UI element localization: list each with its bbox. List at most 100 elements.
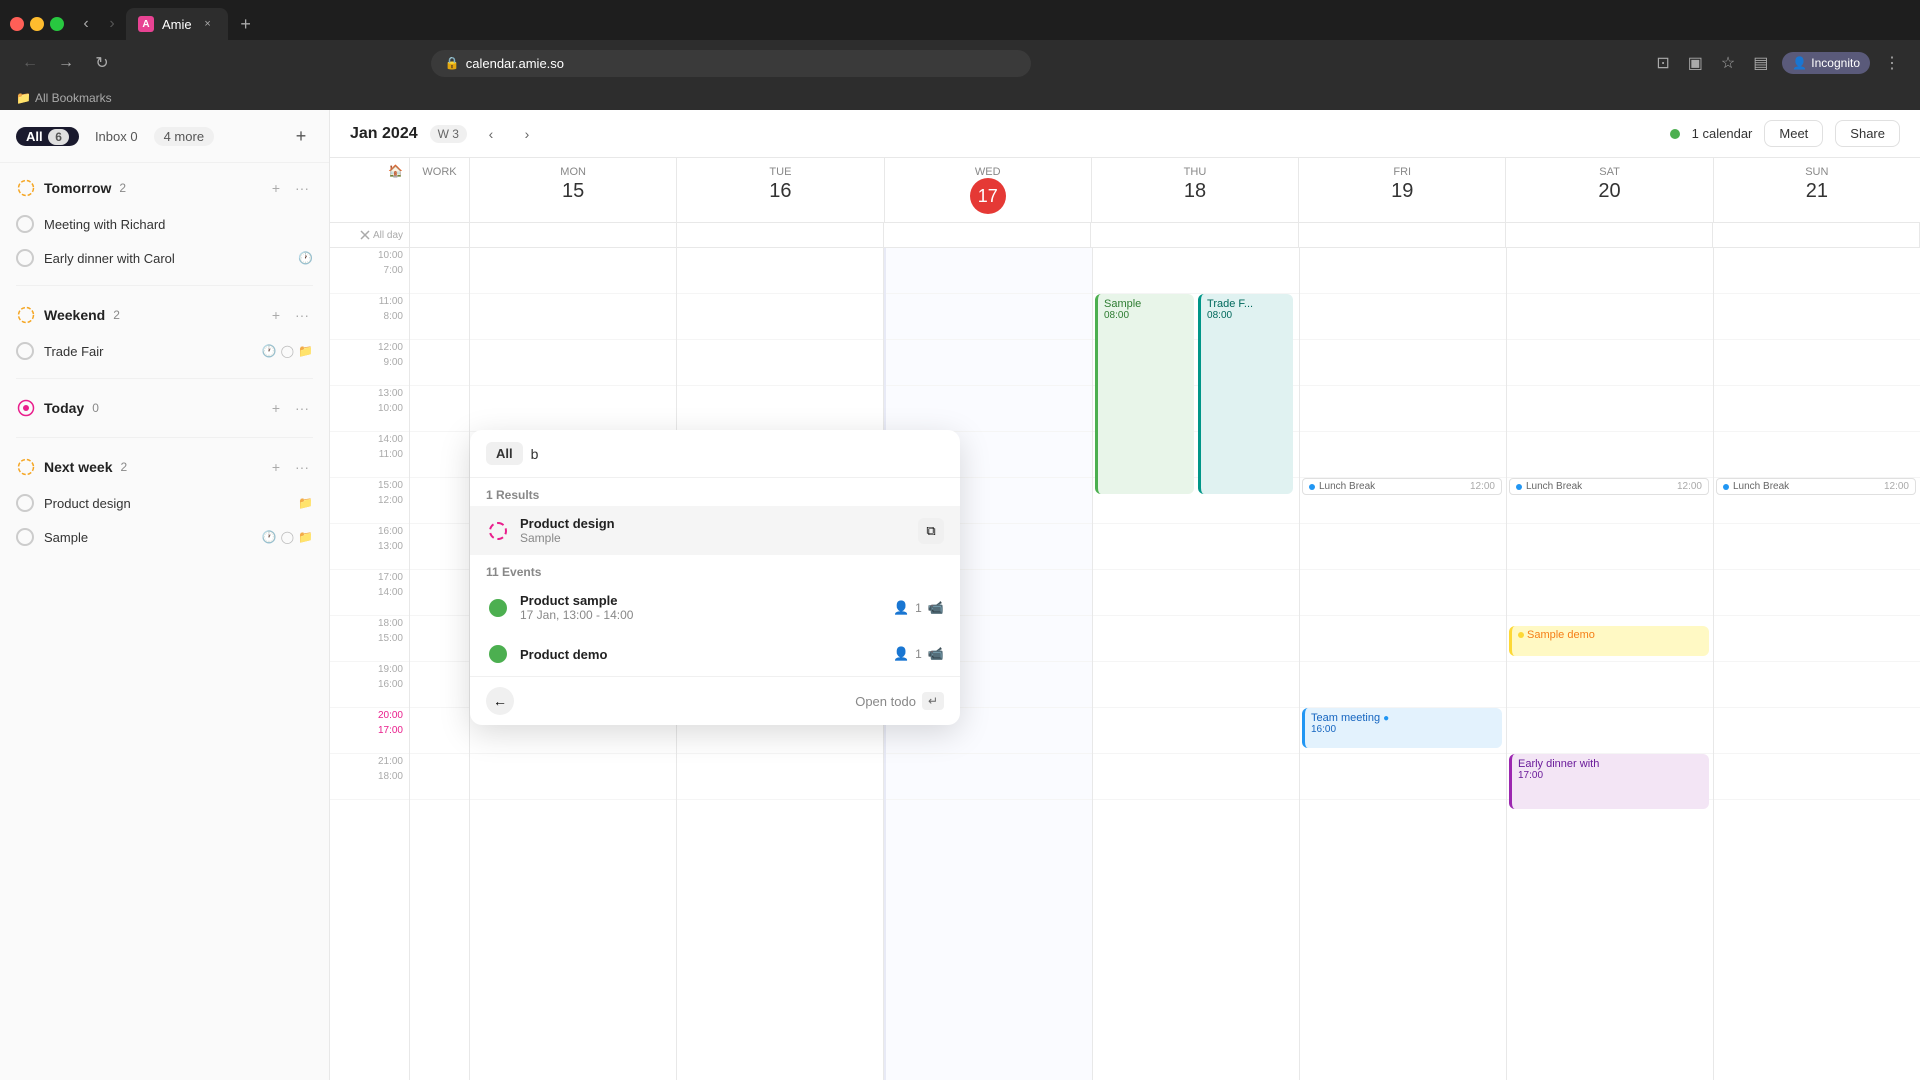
window-close-button[interactable] — [10, 17, 24, 31]
trade-fair-item[interactable]: Trade Fair 🕐 ◯ 📁 — [0, 334, 329, 368]
lunch-break-fri-event[interactable]: Lunch Break 12:00 — [1302, 478, 1502, 495]
attendee-icon: 👤 — [893, 600, 909, 616]
day-col-fri[interactable]: Lunch Break 12:00 Team meeting ● 16:00 — [1300, 248, 1507, 1080]
early-dinner-item[interactable]: Early dinner with Carol 🕐 — [0, 241, 329, 275]
add-item-button[interactable]: + — [289, 124, 313, 148]
work-cell-5[interactable] — [410, 432, 469, 478]
sample-demo-event[interactable]: Sample demo — [1509, 626, 1709, 656]
tomorrow-more-button[interactable]: ··· — [291, 177, 313, 199]
work-cell-12[interactable] — [410, 754, 469, 800]
all-day-sun[interactable] — [1713, 223, 1920, 247]
address-bar[interactable]: 🔒 calendar.amie.so — [431, 50, 1031, 77]
meeting-richard-item[interactable]: Meeting with Richard — [0, 207, 329, 241]
sample-item[interactable]: Sample 🕐 ◯ 📁 — [0, 520, 329, 554]
work-cell-3[interactable] — [410, 340, 469, 386]
early-dinner-sat-time: 17:00 — [1518, 770, 1703, 781]
more-button[interactable]: 4 more — [154, 127, 214, 146]
day-header-fri[interactable]: Fri 19 — [1299, 158, 1506, 222]
trade-fair-checkbox[interactable] — [16, 342, 34, 360]
next-week-button[interactable]: › — [515, 122, 539, 146]
profile-button[interactable]: 👤 Incognito — [1782, 52, 1870, 74]
all-count-badge: 6 — [48, 129, 69, 145]
inbox-button[interactable]: Inbox 0 — [87, 125, 146, 148]
calendar-header: Jan 2024 W 3 ‹ › 1 calendar Meet Share — [330, 110, 1920, 158]
product-design-item[interactable]: Product design 📁 — [0, 486, 329, 520]
next-week-more-button[interactable]: ··· — [291, 456, 313, 478]
open-todo-button[interactable]: Open todo ↵ — [855, 692, 944, 710]
back-button[interactable]: ← — [16, 49, 44, 77]
day-col-work[interactable] — [410, 248, 470, 1080]
all-day-mon[interactable] — [470, 223, 677, 247]
weekend-add-button[interactable]: + — [265, 304, 287, 326]
search-all-button[interactable]: All — [486, 442, 523, 465]
tab-forward-btn[interactable]: › — [102, 14, 122, 34]
window-minimize-button[interactable] — [30, 17, 44, 31]
all-day-sat[interactable] — [1506, 223, 1713, 247]
all-day-work[interactable] — [410, 223, 470, 247]
all-day-tue[interactable] — [677, 223, 884, 247]
next-week-add-button[interactable]: + — [265, 456, 287, 478]
window-maximize-button[interactable] — [50, 17, 64, 31]
sample-event-block[interactable]: Sample 08:00 — [1095, 294, 1194, 494]
new-tab-button[interactable]: + — [232, 10, 260, 38]
day-col-sun[interactable]: Lunch Break 12:00 — [1714, 248, 1920, 1080]
day-header-sat[interactable]: Sat 20 — [1506, 158, 1713, 222]
day-header-sun[interactable]: Sun 21 — [1714, 158, 1920, 222]
all-day-wed[interactable] — [884, 223, 1091, 247]
forward-button[interactable]: → — [52, 49, 80, 77]
share-button[interactable]: Share — [1835, 120, 1900, 147]
lunch-break-sun-event[interactable]: Lunch Break 12:00 — [1716, 478, 1916, 495]
sample-title: Sample — [44, 530, 252, 545]
tab-close-button[interactable]: × — [200, 16, 216, 32]
work-cell-7[interactable] — [410, 524, 469, 570]
prev-week-button[interactable]: ‹ — [479, 122, 503, 146]
all-day-thu[interactable] — [1091, 223, 1298, 247]
search-back-button[interactable]: ← — [486, 687, 514, 715]
sidebar-icon[interactable]: ▤ — [1749, 49, 1772, 77]
work-cell-2[interactable] — [410, 294, 469, 340]
all-filter-button[interactable]: All 6 — [16, 127, 79, 146]
meeting-richard-checkbox[interactable] — [16, 215, 34, 233]
tomorrow-add-button[interactable]: + — [265, 177, 287, 199]
day-header-mon[interactable]: Mon 15 — [470, 158, 677, 222]
product-demo-event-item[interactable]: Product demo 👤 1 📹 — [470, 632, 960, 676]
sample-checkbox[interactable] — [16, 528, 34, 546]
work-cell-6[interactable] — [410, 478, 469, 524]
star-icon[interactable]: ☆ — [1717, 49, 1739, 77]
menu-icon[interactable]: ⋮ — [1880, 49, 1904, 77]
work-cell-4[interactable] — [410, 386, 469, 432]
product-design-checkbox[interactable] — [16, 494, 34, 512]
copy-icon[interactable]: ⧉ — [918, 518, 944, 544]
day-header-thu[interactable]: Thu 18 — [1092, 158, 1299, 222]
product-design-result-item[interactable]: Product design Sample ⧉ — [470, 506, 960, 555]
day-col-sat[interactable]: Lunch Break 12:00 Sample demo E — [1507, 248, 1714, 1080]
today-more-button[interactable]: ··· — [291, 397, 313, 419]
work-cell-1[interactable] — [410, 248, 469, 294]
search-input[interactable] — [531, 446, 944, 462]
day-header-wed[interactable]: Wed 17 — [885, 158, 1092, 222]
all-day-fri[interactable] — [1299, 223, 1506, 247]
day-header-tue[interactable]: Tue 16 — [677, 158, 884, 222]
work-cell-10[interactable] — [410, 662, 469, 708]
early-dinner-sat-event[interactable]: Early dinner with 17:00 — [1509, 754, 1709, 809]
lunch-break-sat-event[interactable]: Lunch Break 12:00 — [1509, 478, 1709, 495]
picture-in-picture-icon[interactable]: ▣ — [1684, 49, 1707, 77]
refresh-button[interactable]: ↻ — [88, 49, 116, 77]
team-meeting-time: 16:00 — [1311, 724, 1496, 735]
meet-button[interactable]: Meet — [1764, 120, 1823, 147]
work-cell-11[interactable] — [410, 708, 469, 754]
cast-icon[interactable]: ⊡ — [1652, 49, 1673, 77]
day-header-work[interactable]: Work — [410, 158, 470, 222]
trade-fair-event-block[interactable]: Trade F... 08:00 — [1198, 294, 1293, 494]
early-dinner-checkbox[interactable] — [16, 249, 34, 267]
today-add-button[interactable]: + — [265, 397, 287, 419]
weekend-more-button[interactable]: ··· — [291, 304, 313, 326]
day-col-thu[interactable]: Sample 08:00 Trade F... 08:00 — [1093, 248, 1300, 1080]
team-meeting-event[interactable]: Team meeting ● 16:00 — [1302, 708, 1502, 748]
product-sample-event-item[interactable]: Product sample 17 Jan, 13:00 - 14:00 👤 1… — [470, 583, 960, 632]
search-input-wrapper[interactable] — [531, 446, 944, 462]
active-tab[interactable]: A Amie × — [126, 8, 228, 40]
work-cell-9[interactable] — [410, 616, 469, 662]
work-cell-8[interactable] — [410, 570, 469, 616]
tab-back-btn[interactable]: ‹ — [76, 14, 96, 34]
